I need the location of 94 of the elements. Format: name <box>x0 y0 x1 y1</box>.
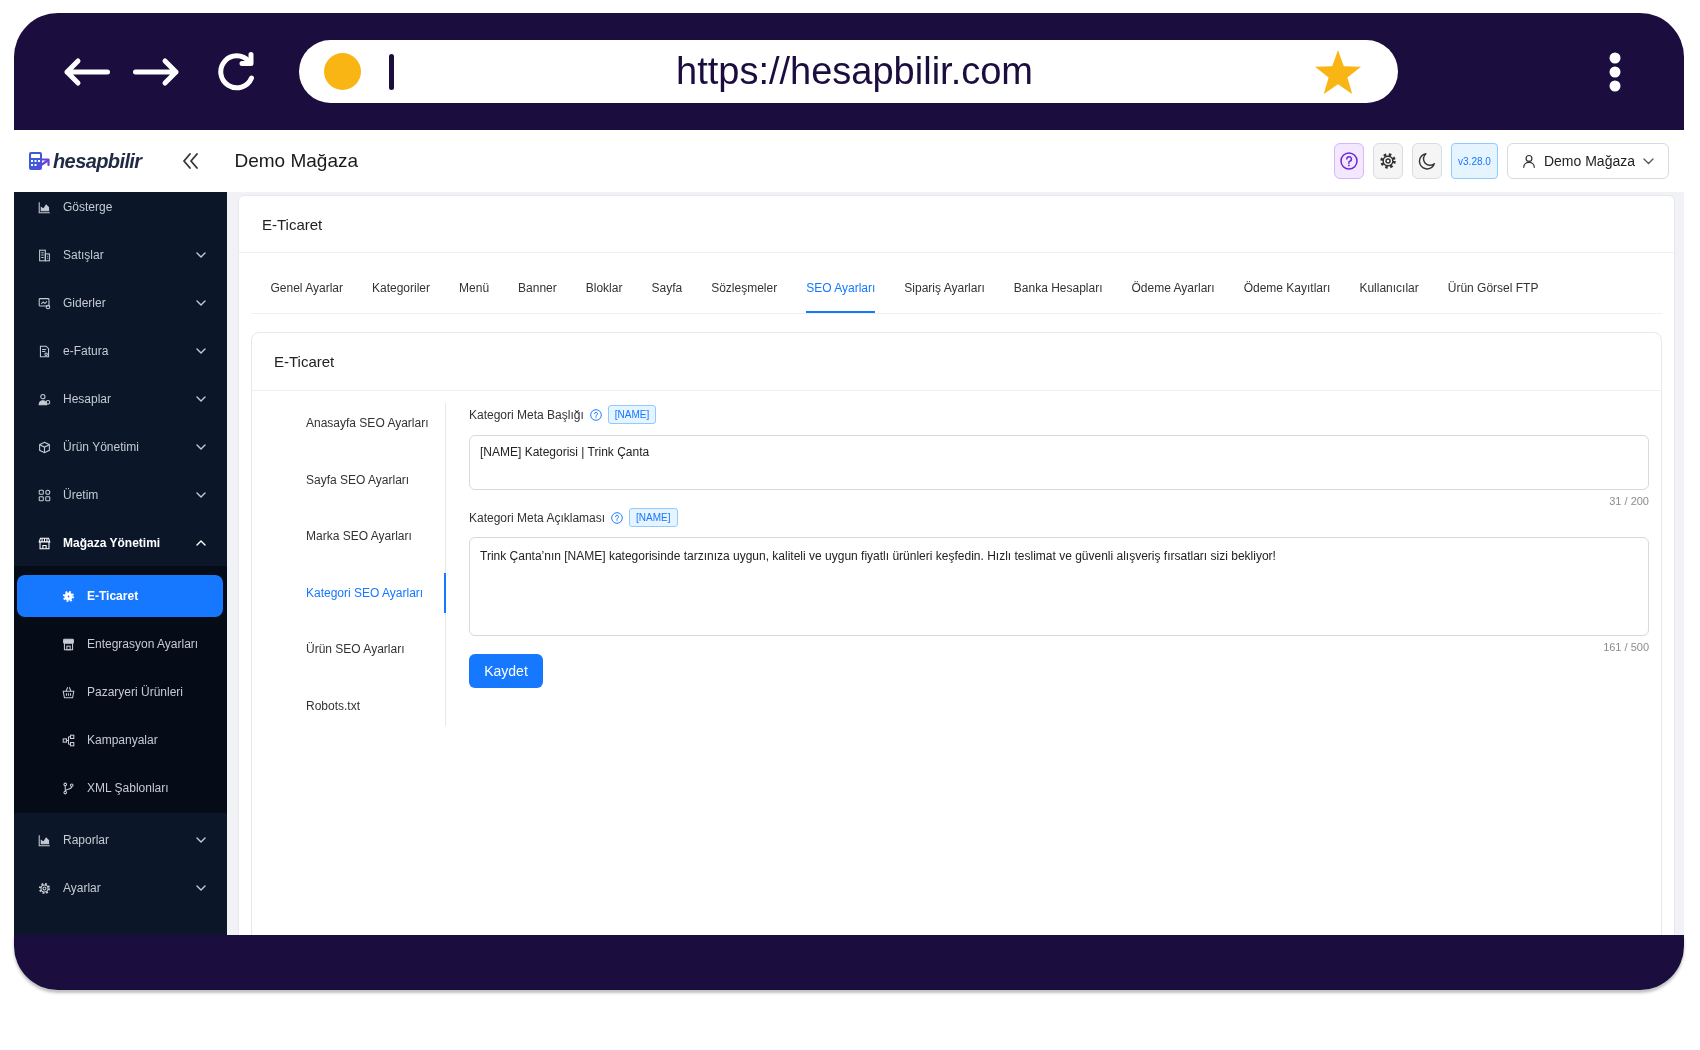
textarea-field[interactable]: Trink Çanta’nın [NAME] kategorisinde tarzınıza uygun, kaliteli ve uygun fiyatlı ürünleri keşfedin. Hızlı teslimat ve güvenli alışveriş fırsatları sizi bekliyor! <box>469 537 1649 636</box>
tab[interactable]: Ödeme Ayarları <box>1131 253 1215 313</box>
settings-button[interactable] <box>1372 143 1403 179</box>
character-counter: 31 / 200 <box>1609 494 1649 508</box>
vertical-tab[interactable]: Marka SEO Ayarları <box>252 516 446 556</box>
tab[interactable]: Sipariş Ayarları <box>904 253 985 313</box>
tab[interactable]: Sözleşmeler <box>711 253 778 313</box>
tab[interactable]: SEO Ayarları <box>806 253 876 313</box>
sidebar-item[interactable]: Hesaplar <box>14 384 227 414</box>
save-button[interactable]: Kaydet <box>469 654 543 688</box>
field-label: Kategori Meta Açıklaması <box>469 510 606 525</box>
storefront-icon <box>62 637 75 651</box>
chevron-down-icon <box>196 300 206 306</box>
user-icon <box>1521 154 1536 168</box>
logo-icon <box>28 151 50 171</box>
chevron-up-icon <box>196 540 206 546</box>
branch-icon <box>62 781 75 795</box>
chevron-down-icon <box>196 252 206 258</box>
box-icon <box>38 440 51 454</box>
tab[interactable]: Banner <box>518 253 557 313</box>
help-button[interactable] <box>1333 143 1364 179</box>
field-label: Kategori Meta Başlığı <box>469 407 584 422</box>
chevron-down-icon <box>196 885 206 891</box>
chevron-down-icon <box>196 837 206 843</box>
moon-icon <box>1417 152 1436 170</box>
chevron-down-icon <box>1643 157 1654 165</box>
grid-icon <box>38 488 51 502</box>
text-cursor-icon <box>389 53 394 90</box>
variable-tag[interactable]: [NAME] <box>607 405 657 424</box>
sidebar-item[interactable]: Mağaza Yönetimi <box>14 528 227 558</box>
user-menu-button[interactable]: Demo Mağaza <box>1506 143 1669 179</box>
page-title: Demo Mağaza <box>234 150 359 172</box>
variable-tag[interactable]: [NAME] <box>629 508 678 527</box>
address-bar[interactable]: https://hesapbilir.com <box>299 40 1398 103</box>
more-menu-icon[interactable] <box>1608 51 1622 92</box>
sidebar-item[interactable]: Satışlar <box>14 240 227 270</box>
forward-arrow-icon[interactable] <box>133 56 181 87</box>
sidebar-item[interactable]: Raporlar <box>14 825 227 855</box>
tab[interactable]: Kullanıcılar <box>1359 253 1419 313</box>
vertical-tab[interactable]: Anasayfa SEO Ayarları <box>252 403 446 443</box>
double-chevron-left-icon[interactable] <box>182 153 200 169</box>
building-icon <box>38 248 51 262</box>
users-icon <box>38 392 51 406</box>
vertical-tab[interactable]: Ürün SEO Ayarları <box>252 629 446 669</box>
vertical-tab[interactable]: Sayfa SEO Ayarları <box>252 459 446 500</box>
circle-icon <box>324 53 361 90</box>
sidebar-item[interactable]: Ayarlar <box>14 873 227 903</box>
chevron-down-icon <box>196 348 206 354</box>
bar-chart-icon <box>38 833 51 847</box>
bar-chart-icon <box>38 200 51 214</box>
vertical-tab[interactable]: Robots.txt <box>252 685 446 726</box>
vertical-tab[interactable]: Kategori SEO Ayarları <box>252 572 446 613</box>
sidebar-item[interactable]: e-Fatura <box>14 336 227 366</box>
sidebar-item[interactable]: Giderler <box>14 288 227 318</box>
gear-icon <box>38 881 51 895</box>
gear-icon <box>1378 152 1397 170</box>
help-icon <box>1339 152 1358 170</box>
tab[interactable]: Ürün Görsel FTP <box>1447 253 1539 313</box>
sidebar-subitem[interactable]: XML Şablonları <box>17 767 223 809</box>
sidebar-subitem[interactable]: Entegrasyon Ayarları <box>17 623 223 665</box>
document-icon <box>38 344 51 358</box>
theme-button[interactable] <box>1411 143 1442 179</box>
help-icon[interactable] <box>589 408 602 421</box>
tab[interactable]: Banka Hesapları <box>1013 253 1103 313</box>
gear-icon <box>62 589 75 603</box>
sidebar-item[interactable]: Gösterge <box>14 192 227 222</box>
card-title: E-Ticaret <box>262 215 323 233</box>
store-icon <box>38 536 51 550</box>
tab[interactable]: Genel Ayarlar <box>270 253 343 313</box>
url-text: https://hesapbilir.com <box>675 50 1034 93</box>
back-arrow-icon[interactable] <box>62 56 110 87</box>
section-title: E-Ticaret <box>274 353 335 370</box>
tab[interactable]: Menü <box>459 253 490 313</box>
text-field[interactable]: [NAME] Kategorisi | Trink Çanta <box>469 435 1649 490</box>
tab[interactable]: Bloklar <box>585 253 623 313</box>
star-icon[interactable] <box>1315 49 1361 94</box>
sidebar-item[interactable]: Ürün Yönetimi <box>14 432 227 462</box>
sidebar-subitem[interactable]: Kampanyalar <box>17 719 223 761</box>
tab[interactable]: Kategoriler <box>372 253 431 313</box>
logo-text: hesapbilir <box>53 149 142 173</box>
help-icon[interactable] <box>611 511 624 524</box>
monitor-icon <box>38 296 51 310</box>
sidebar-item[interactable]: Üretim <box>14 480 227 510</box>
basket-icon <box>62 685 75 699</box>
sidebar-subitem[interactable]: Pazaryeri Ürünleri <box>17 671 223 713</box>
version-badge: v3.28.0 <box>1450 143 1498 179</box>
character-counter: 161 / 500 <box>1603 640 1649 654</box>
sidebar-subitem[interactable]: E-Ticaret <box>17 575 223 617</box>
tab[interactable]: Ödeme Kayıtları <box>1243 253 1331 313</box>
chevron-down-icon <box>196 492 206 498</box>
chevron-down-icon <box>196 396 206 402</box>
chevron-down-icon <box>196 444 206 450</box>
nodes-icon <box>62 733 75 747</box>
tab[interactable]: Sayfa <box>651 253 683 313</box>
